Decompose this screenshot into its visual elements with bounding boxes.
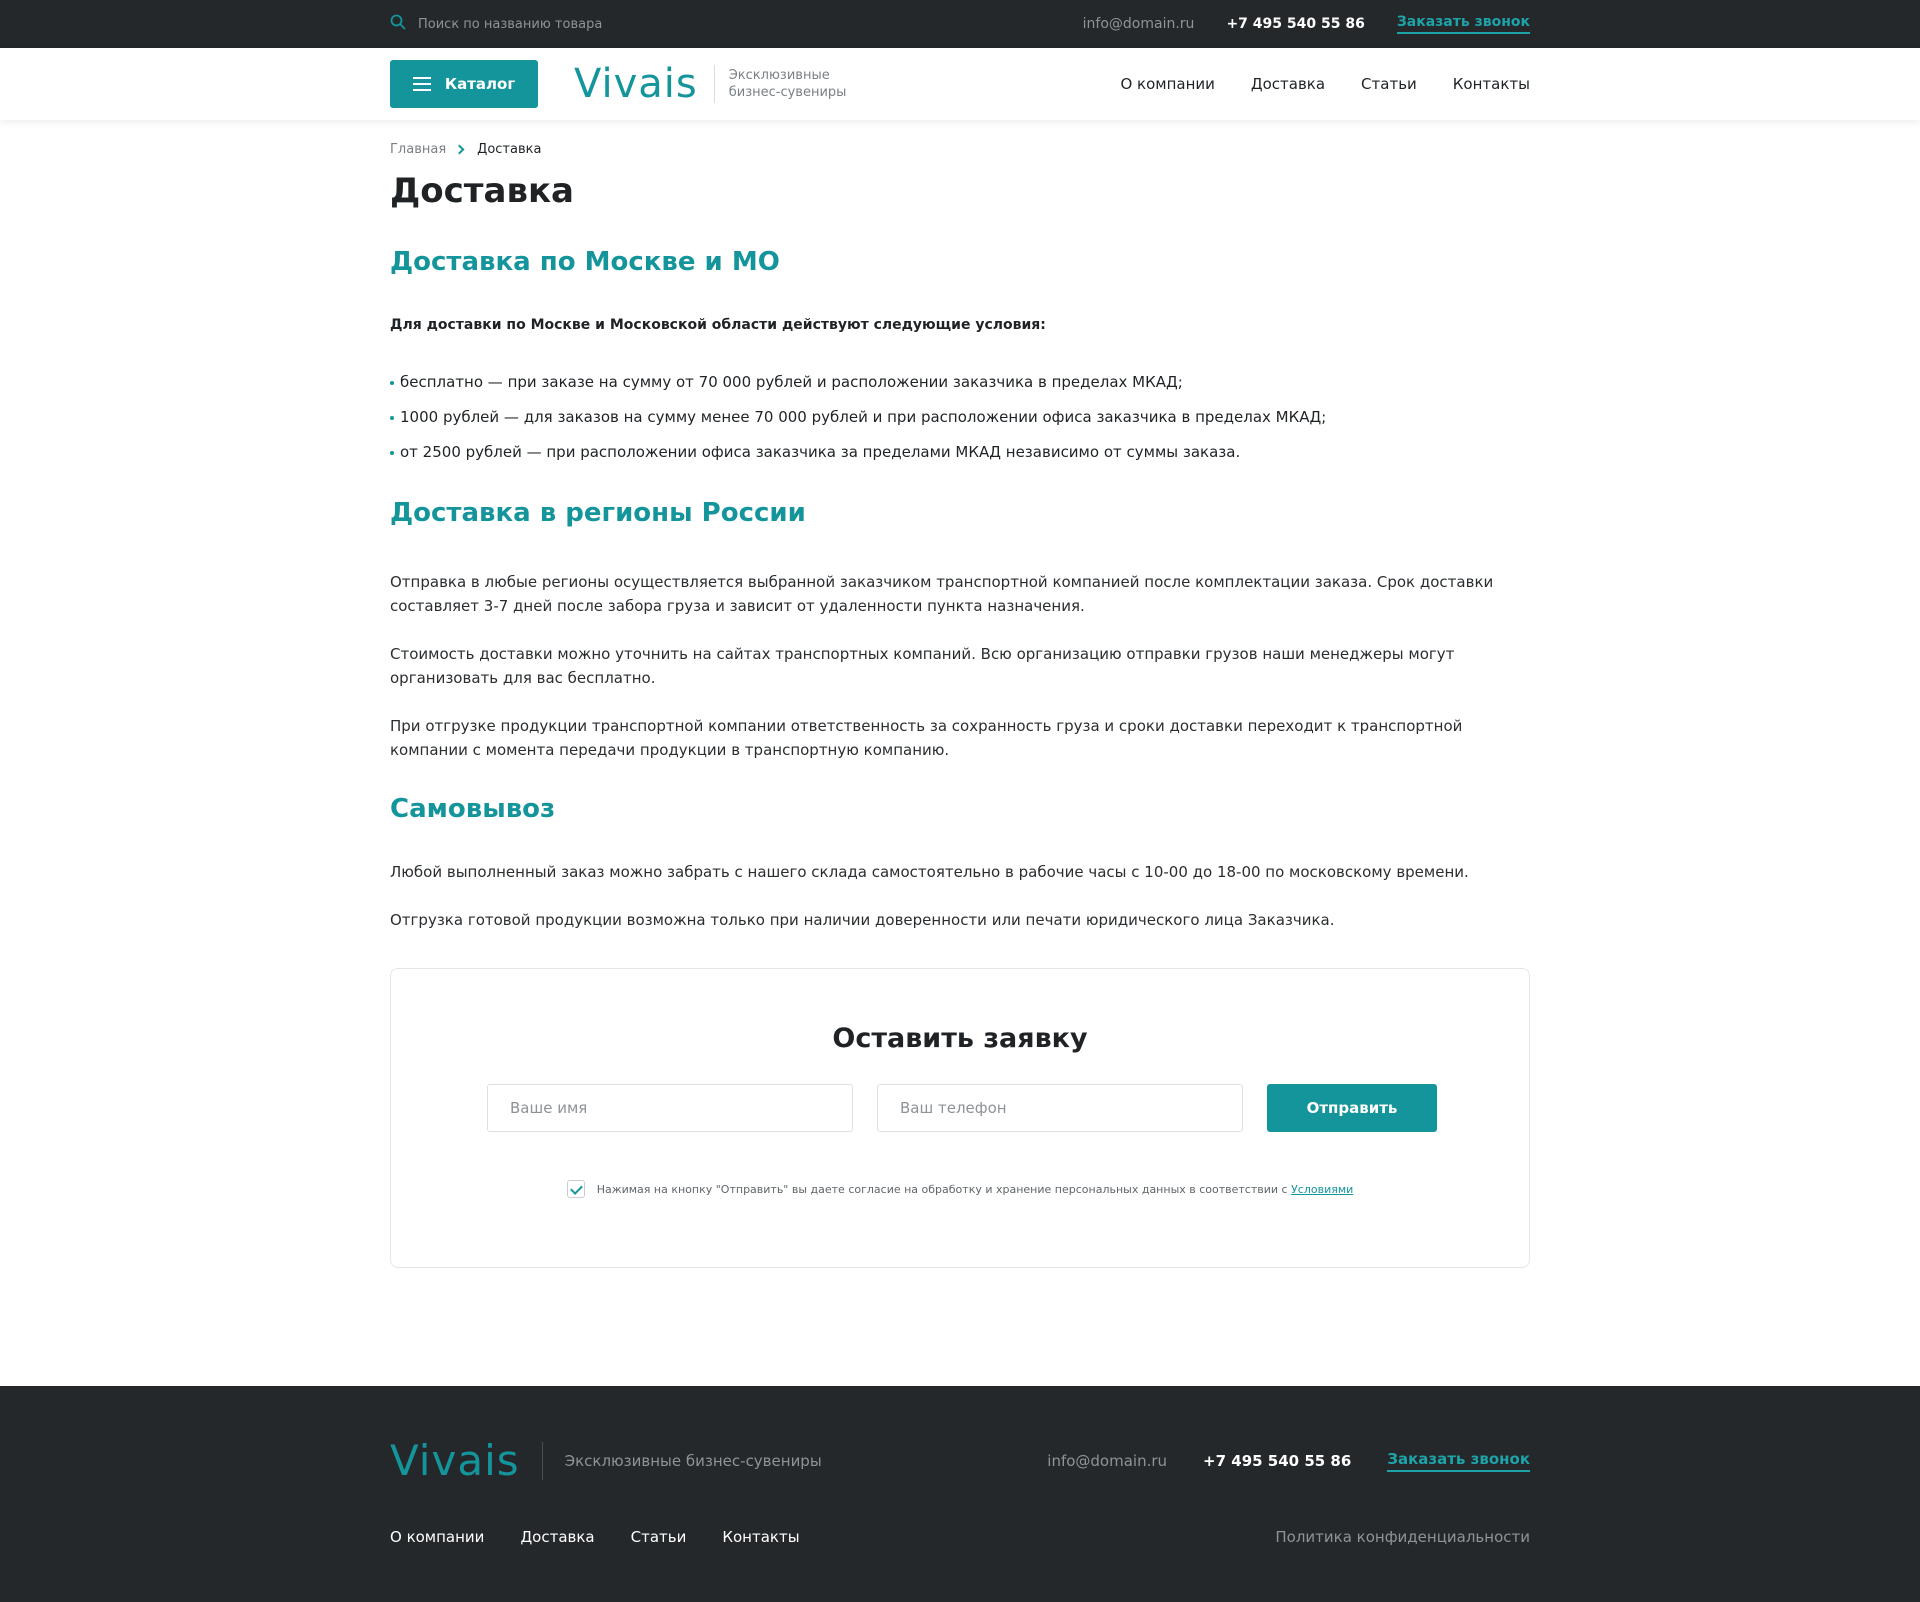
nav-item-delivery[interactable]: Доставка: [1251, 75, 1325, 93]
moscow-conditions-list: бесплатно — при заказе на сумму от 70 00…: [390, 373, 1530, 462]
list-item: 1000 рублей — для заказов на сумму менее…: [390, 408, 1530, 427]
page-title: Доставка: [390, 171, 574, 211]
request-form: Оставить заявку Отправить Нажимая на кно…: [390, 968, 1530, 1268]
paragraph: Любой выполненный заказ можно забрать с …: [390, 863, 1469, 881]
privacy-policy-link[interactable]: Политика конфиденциальности: [1275, 1528, 1530, 1546]
consent-label: Нажимая на кнопку "Отправить" вы даете с…: [596, 1182, 1292, 1196]
consent-checkbox[interactable]: [566, 1180, 585, 1198]
top-phone-link[interactable]: +7 495 540 55 86: [1226, 16, 1364, 32]
header-tagline: Эксклюзивные бизнес-сувениры: [728, 68, 847, 100]
footer-phone-link[interactable]: +7 495 540 55 86: [1203, 1452, 1351, 1470]
moscow-lead: Для доставки по Москве и Московской обла…: [390, 317, 1046, 333]
section-title-regions: Доставка в регионы России: [390, 498, 806, 528]
paragraph: Стоимость доставки можно уточнить на сай…: [390, 645, 1455, 687]
main-header: Каталог Vivais Эксклюзивные бизнес-сувен…: [0, 48, 1920, 120]
chevron-right-icon: [454, 144, 465, 155]
form-title: Оставить заявку: [832, 1023, 1088, 1054]
list-item: бесплатно — при заказе на сумму от 70 00…: [390, 373, 1530, 392]
footer: Vivais Эксклюзивные бизнес-сувениры info…: [0, 1386, 1920, 1602]
footer-nav-about[interactable]: О компании: [390, 1528, 484, 1546]
search-icon[interactable]: [390, 14, 406, 34]
consent-row: Нажимая на кнопку "Отправить" вы даете с…: [391, 1180, 1529, 1198]
catalog-button[interactable]: Каталог: [390, 60, 538, 108]
top-contacts: info@domain.ru +7 495 540 55 86 Заказать…: [1083, 14, 1530, 34]
paragraph: При отгрузке продукции транспортной комп…: [390, 717, 1463, 759]
footer-nav-contacts[interactable]: Контакты: [722, 1528, 799, 1546]
top-bar: info@domain.ru +7 495 540 55 86 Заказать…: [0, 0, 1920, 48]
nav-item-articles[interactable]: Статьи: [1361, 75, 1417, 93]
search-box[interactable]: [390, 14, 718, 34]
paragraph: Отправка в любые регионы осуществляется …: [390, 573, 1494, 615]
logo-divider: [713, 65, 715, 103]
footer-nav-articles[interactable]: Статьи: [631, 1528, 687, 1546]
section-title-moscow: Доставка по Москве и МО: [390, 247, 780, 277]
section-pickup: Самовывоз Любой выполненный заказ можно …: [390, 794, 1530, 932]
search-input[interactable]: [418, 16, 718, 32]
section-title-pickup: Самовывоз: [390, 794, 556, 824]
logo[interactable]: Vivais: [574, 64, 698, 104]
catalog-button-label: Каталог: [444, 75, 516, 93]
main-content: Главная Доставка Доставка Доставка по Мо…: [390, 142, 1530, 1268]
section-regions: Доставка в регионы России Отправка в люб…: [390, 498, 1530, 762]
footer-tagline: Эксклюзивные бизнес-сувениры: [564, 1452, 822, 1470]
footer-callback-link[interactable]: Заказать звонок: [1387, 1450, 1530, 1472]
top-callback-link[interactable]: Заказать звонок: [1396, 14, 1530, 34]
main-nav: О компании Доставка Статьи Контакты: [1120, 75, 1530, 93]
nav-item-contacts[interactable]: Контакты: [1453, 75, 1530, 93]
terms-link[interactable]: Условиями: [1291, 1183, 1353, 1196]
consent-text: Нажимая на кнопку "Отправить" вы даете с…: [597, 1183, 1354, 1196]
footer-nav-delivery[interactable]: Доставка: [520, 1528, 594, 1546]
name-input[interactable]: [487, 1084, 853, 1132]
breadcrumb-home[interactable]: Главная: [390, 142, 446, 157]
breadcrumb-current: Доставка: [477, 142, 542, 157]
paragraph: Отгрузка готовой продукции возможна толь…: [390, 911, 1335, 929]
nav-item-about[interactable]: О компании: [1120, 75, 1214, 93]
phone-input[interactable]: [877, 1084, 1243, 1132]
submit-button[interactable]: Отправить: [1267, 1084, 1437, 1132]
section-moscow: Доставка по Москве и МО Для доставки по …: [390, 247, 1530, 462]
footer-logo-divider: [541, 1442, 543, 1480]
top-email-link[interactable]: info@domain.ru: [1083, 16, 1195, 32]
footer-nav: О компании Доставка Статьи Контакты: [390, 1528, 800, 1546]
footer-logo[interactable]: Vivais: [390, 1440, 520, 1482]
footer-email-link[interactable]: info@domain.ru: [1047, 1452, 1167, 1470]
menu-icon: [412, 77, 431, 91]
list-item: от 2500 рублей — при расположении офиса …: [390, 443, 1530, 462]
breadcrumb: Главная Доставка: [390, 142, 1530, 157]
